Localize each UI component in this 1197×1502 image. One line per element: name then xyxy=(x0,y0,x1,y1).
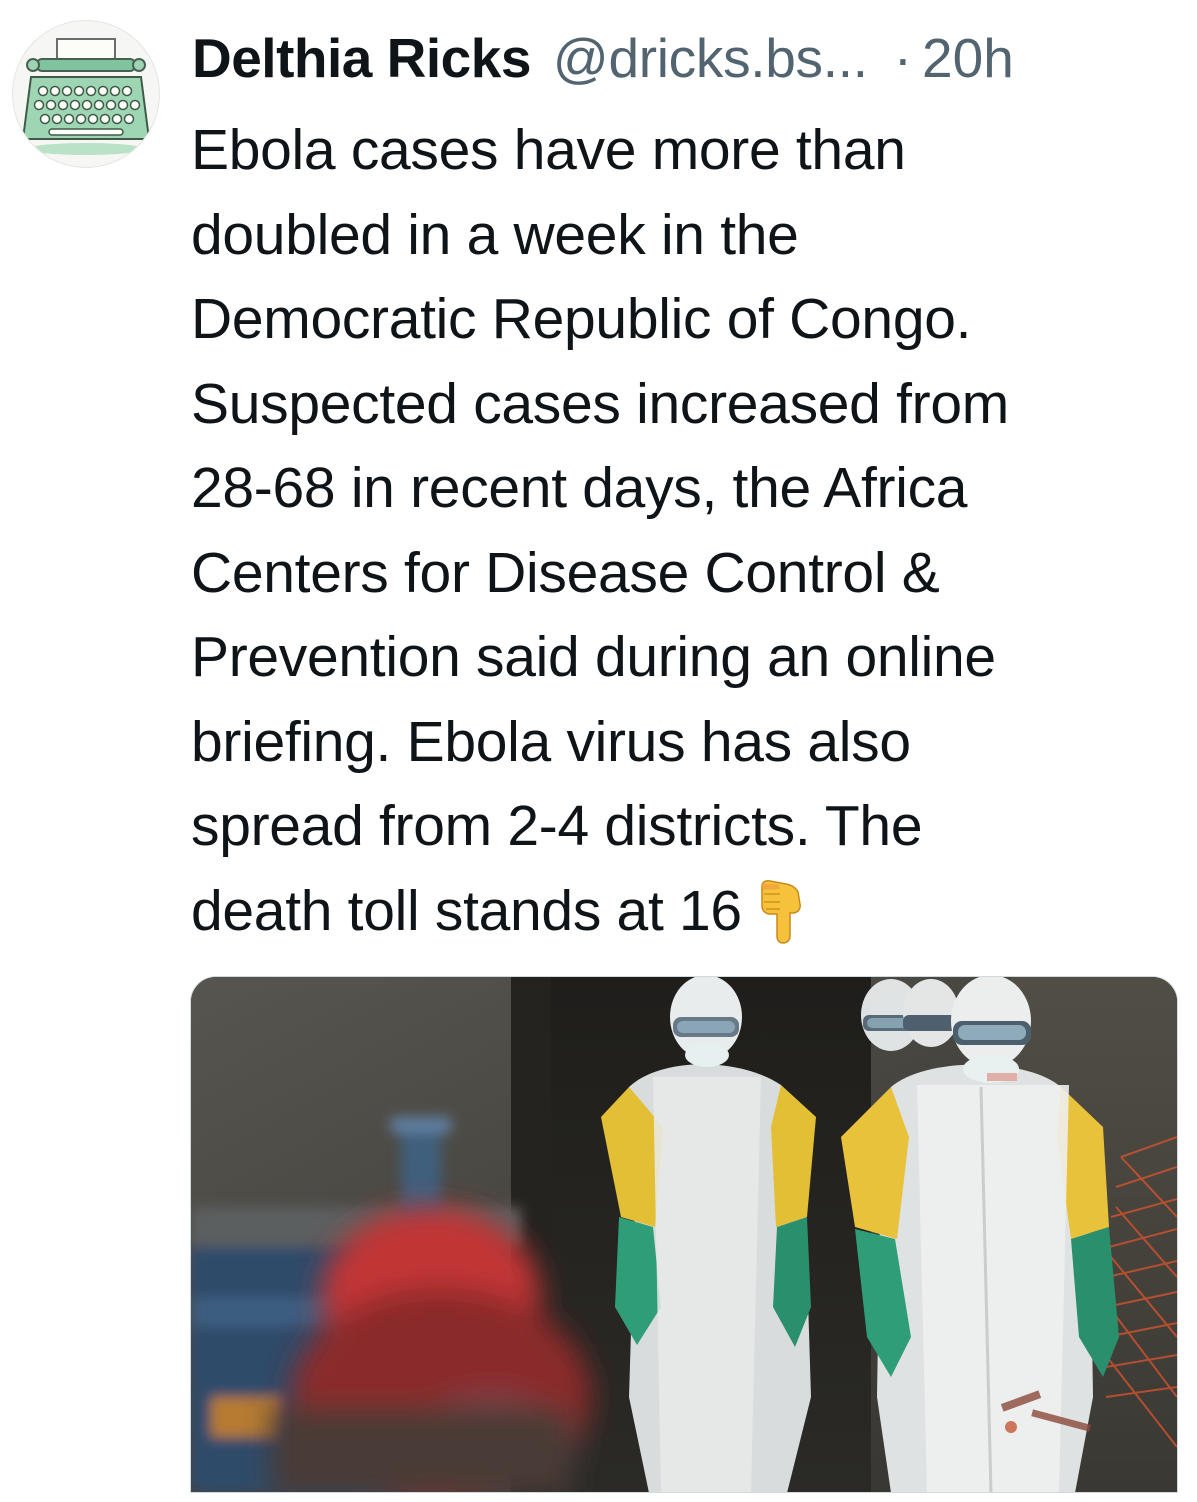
post[interactable]: Delthia Ricks @dricks.bs... · 20h Ebola … xyxy=(0,0,1197,1502)
pointing-down-hand-icon xyxy=(761,879,801,944)
photo-health-workers-protective-suits xyxy=(191,977,1177,1493)
post-text-line: 28-68 in recent days, the Africa xyxy=(191,456,968,520)
post-text: Ebola cases have more than doubled in a … xyxy=(191,108,1181,953)
post-media-image[interactable] xyxy=(190,976,1178,1493)
media-border-bottom xyxy=(190,1492,1178,1502)
post-header: Delthia Ricks @dricks.bs... · 20h xyxy=(192,18,1014,98)
post-text-line: briefing. Ebola virus has also xyxy=(191,709,911,774)
post-text-line: Ebola cases have more than xyxy=(191,118,906,182)
post-timestamp[interactable]: 20h xyxy=(922,18,1014,98)
post-text-line: Democratic Republic of Congo. xyxy=(191,287,972,351)
header-separator: · xyxy=(893,27,913,89)
author-avatar[interactable] xyxy=(12,20,160,168)
post-text-line: doubled in a week in the xyxy=(191,202,799,267)
typewriter-icon xyxy=(21,38,151,155)
author-display-name[interactable]: Delthia Ricks xyxy=(192,18,531,98)
post-text-line: Centers for Disease Control & xyxy=(191,540,940,605)
post-text-line: spread from 2-4 districts. The xyxy=(191,794,923,858)
post-text-line: Prevention said during an online xyxy=(191,625,996,689)
post-text-last-line: death toll stands at 16 xyxy=(191,869,1181,954)
post-text-line: death toll stands at 16 xyxy=(191,878,742,943)
author-handle[interactable]: @dricks.bs... xyxy=(553,18,868,98)
post-text-line: Suspected cases increased from xyxy=(191,371,1009,436)
